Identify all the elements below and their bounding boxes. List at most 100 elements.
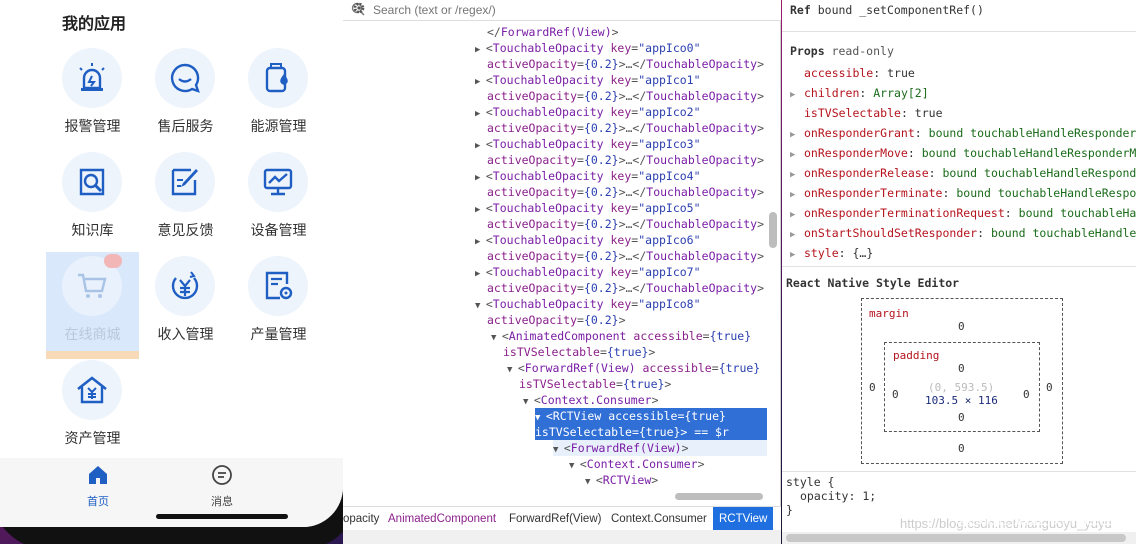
tree-row[interactable]: activeOpacity={0.2}>…</TouchableOpacity> [487, 88, 764, 104]
expand-triangle-icon[interactable]: ▶ [475, 45, 486, 55]
tree-row[interactable]: ▶ <TouchableOpacity key="appIco5" [475, 200, 701, 216]
margin-top-value[interactable]: 0 [958, 320, 965, 333]
component-tree-panel: </ForwardRef(View)> ▶ <TouchableOpacity … [343, 0, 781, 544]
tree-row[interactable]: isTVSelectable={true}> [519, 376, 671, 392]
knowledge-icon [79, 168, 105, 196]
tree-row[interactable]: ▶ <TouchableOpacity key="appIco6" [475, 232, 701, 248]
device-icon [263, 168, 293, 196]
tree-vertical-scrollbar[interactable] [769, 212, 777, 248]
padding-label: padding [893, 349, 940, 362]
expand-triangle-icon[interactable]: ▶ [790, 167, 804, 183]
tab-messages[interactable]: 消息 [192, 464, 252, 509]
collapse-triangle-icon[interactable]: ▼ [535, 413, 546, 423]
breadcrumb-item[interactable]: ForwardRef(View) [509, 507, 601, 531]
tree-row[interactable]: activeOpacity={0.2}>…</TouchableOpacity> [487, 184, 764, 200]
tree-row[interactable]: activeOpacity={0.2}>…</TouchableOpacity> [487, 120, 764, 136]
expand-triangle-icon[interactable]: ▶ [790, 127, 804, 143]
app-tile-asset[interactable]: 资产管理 [46, 356, 139, 459]
app-tile-energy[interactable]: 能源管理 [232, 44, 325, 147]
prop-row[interactable]: ▶ onResponderTerminate: bound touchableHa… [790, 185, 1136, 201]
collapse-triangle-icon[interactable]: ▼ [475, 301, 486, 311]
tree-row[interactable]: </ForwardRef(View)> [487, 24, 619, 40]
collapse-triangle-icon[interactable]: ▼ [585, 477, 596, 487]
collapse-triangle-icon[interactable]: ▼ [491, 333, 502, 343]
gear-icon[interactable] [351, 2, 367, 16]
expand-triangle-icon[interactable]: ▶ [790, 147, 804, 163]
tree-row[interactable]: ▶ <TouchableOpacity key="appIco7" [475, 264, 701, 280]
prop-row[interactable]: ▶ onResponderTerminationRequest: bound to… [790, 205, 1136, 221]
tree-row[interactable]: ▶ <TouchableOpacity key="appIco2" [475, 104, 701, 120]
prop-row[interactable]: ▶ onResponderRelease: bound touchableHand… [790, 165, 1136, 181]
padding-left-value[interactable]: 0 [892, 388, 899, 401]
app-tile-knowledge[interactable]: 知识库 [46, 148, 139, 251]
app-tile-feedback[interactable]: 意见反馈 [139, 148, 232, 251]
inspector-horizontal-scrollbar[interactable] [782, 532, 1136, 544]
tree-horizontal-scrollbar[interactable] [675, 493, 763, 500]
expand-triangle-icon[interactable]: ▶ [475, 173, 486, 183]
expand-triangle-icon[interactable]: ▶ [790, 227, 804, 243]
asset-icon [77, 376, 107, 404]
prop-row[interactable]: isTVSelectable: true [790, 105, 943, 121]
ref-row: Ref bound _setComponentRef() [790, 3, 984, 17]
tree-row[interactable]: ▼ <AnimatedComponent accessible={true} [491, 328, 751, 344]
tree-row[interactable]: ▼ <TouchableOpacity key="appIco8" [475, 296, 701, 312]
app-tile-alarm[interactable]: 报警管理 [46, 44, 139, 147]
expand-triangle-icon[interactable]: ▶ [475, 237, 486, 247]
tree-row[interactable]: isTVSelectable={true}> [503, 344, 655, 360]
tab-home[interactable]: 首页 [68, 464, 128, 509]
expand-triangle-icon[interactable]: ▶ [790, 87, 804, 103]
tree-row[interactable]: activeOpacity={0.2}>…</TouchableOpacity> [487, 248, 764, 264]
margin-bottom-value[interactable]: 0 [958, 442, 965, 455]
tree-row[interactable]: ▼ <ForwardRef(View)> [553, 440, 767, 456]
tree-row[interactable]: activeOpacity={0.2}>…</TouchableOpacity> [487, 152, 764, 168]
tree-row[interactable]: activeOpacity={0.2}>…</TouchableOpacity> [487, 280, 764, 296]
padding-top-value[interactable]: 0 [958, 362, 965, 375]
collapse-triangle-icon[interactable]: ▼ [553, 445, 564, 455]
collapse-triangle-icon[interactable]: ▼ [507, 365, 518, 375]
tree-row[interactable]: ▼ <ForwardRef(View) accessible={true} [507, 360, 760, 376]
prop-row[interactable]: ▶ onStartShouldSetResponder: bound toucha… [790, 225, 1136, 241]
tree-row[interactable]: activeOpacity={0.2}> [487, 312, 626, 328]
prop-row[interactable]: ▶ onResponderMove: bound touchableHandleR… [790, 145, 1136, 161]
padding-bottom-value[interactable]: 0 [958, 411, 965, 424]
breadcrumb-item-selected[interactable]: RCTView [713, 507, 774, 531]
expand-triangle-icon[interactable]: ▶ [475, 141, 486, 151]
prop-row[interactable]: accessible: true [790, 65, 915, 81]
expand-triangle-icon[interactable]: ▶ [475, 109, 486, 119]
prop-row[interactable]: ▶ onResponderGrant: bound touchableHandle… [790, 125, 1136, 141]
tree-row[interactable]: activeOpacity={0.2}>…</TouchableOpacity> [487, 216, 764, 232]
margin-right-value[interactable]: 0 [1046, 381, 1053, 394]
expand-triangle-icon[interactable]: ▶ [475, 77, 486, 87]
app-tile-income[interactable]: 收入管理 [139, 252, 232, 355]
expand-triangle-icon[interactable]: ▶ [790, 207, 804, 223]
expand-triangle-icon[interactable]: ▶ [790, 247, 804, 263]
tree-row[interactable]: activeOpacity={0.2}>…</TouchableOpacity> [487, 56, 764, 72]
tree-row-selected[interactable]: isTVSelectable={true}> == $r [535, 424, 767, 440]
app-tile-service[interactable]: 售后服务 [139, 44, 232, 147]
margin-left-value[interactable]: 0 [869, 381, 876, 394]
tree-row[interactable]: ▼ <Context.Consumer> [523, 392, 659, 408]
collapse-triangle-icon[interactable]: ▼ [569, 461, 580, 471]
tree-row[interactable]: ▶ <TouchableOpacity key="appIco4" [475, 168, 701, 184]
expand-triangle-icon[interactable]: ▶ [475, 269, 486, 279]
tree-row[interactable]: ▼ <Context.Consumer> [569, 456, 705, 472]
prop-row[interactable]: ▶ style: {…} [790, 245, 873, 261]
expand-triangle-icon[interactable]: ▶ [790, 187, 804, 203]
expand-triangle-icon[interactable]: ▶ [475, 205, 486, 215]
padding-right-value[interactable]: 0 [1023, 388, 1030, 401]
tree-row-selected[interactable]: ▼ <RCTView accessible={true} [535, 408, 767, 424]
tree-search-input[interactable] [373, 0, 733, 20]
breadcrumb-item[interactable]: Context.Consumer [611, 507, 707, 531]
tree-row[interactable]: ▶ <TouchableOpacity key="appIco1" [475, 72, 701, 88]
collapse-triangle-icon[interactable]: ▼ [523, 397, 534, 407]
tree-row[interactable]: ▼ <RCTView> [585, 472, 658, 488]
breadcrumb-item[interactable]: opacity [343, 507, 379, 531]
tree-row[interactable]: ▶ <TouchableOpacity key="appIco3" [475, 136, 701, 152]
app-tile-device[interactable]: 设备管理 [232, 148, 325, 251]
app-tile-shop[interactable]: 在线商城 [46, 252, 139, 359]
tree-row[interactable]: ▶ <TouchableOpacity key="appIco0" [475, 40, 701, 56]
prop-row[interactable]: ▶ children: Array[2] [790, 85, 929, 101]
breadcrumb-item[interactable]: AnimatedComponent [388, 507, 496, 531]
app-tile-production[interactable]: 产量管理 [232, 252, 325, 355]
style-property-row[interactable]: opacity: 1; [800, 488, 876, 504]
